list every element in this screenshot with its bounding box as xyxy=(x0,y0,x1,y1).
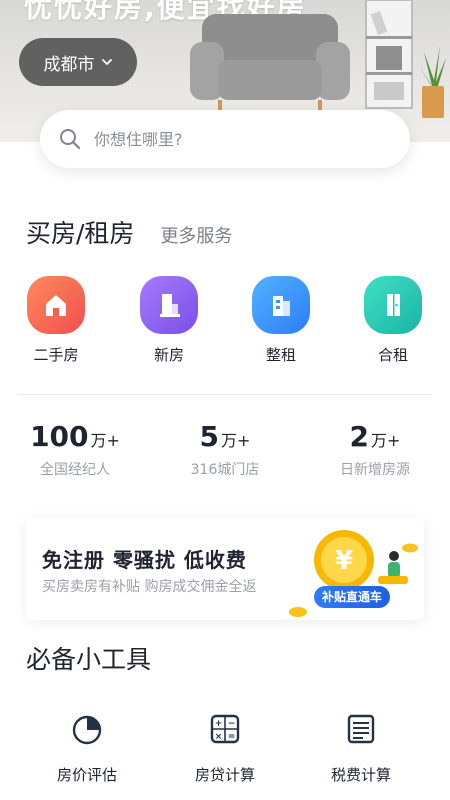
tools-row: 房价评估 + − × = 房贷计算 税费计算 xyxy=(0,712,450,800)
quick-entries: 二手房 新房 整租 合租 xyxy=(0,276,450,371)
pie-chart-icon xyxy=(72,715,102,745)
quick-entry-new-house[interactable]: 新房 xyxy=(124,276,214,365)
promo-title: 免注册 零骚扰 低收费 xyxy=(42,548,247,572)
apartment-icon xyxy=(252,276,310,334)
more-services-link[interactable]: 更多服务 xyxy=(160,222,232,248)
building-icon xyxy=(140,276,198,334)
svg-text:−: − xyxy=(228,719,236,729)
stat-agents: 100 万+ 全国经纪人 xyxy=(0,420,150,479)
search-icon xyxy=(60,129,81,150)
tool-label: 房价评估 xyxy=(56,766,117,784)
tool-price-estimate[interactable]: 房价评估 xyxy=(32,712,142,785)
house-icon xyxy=(27,276,85,334)
quick-entry-label: 新房 xyxy=(153,346,184,364)
buy-rent-header: 买房/租房 更多服务 xyxy=(26,214,232,250)
svg-text:+: + xyxy=(215,719,223,729)
promo-card[interactable]: 免注册 零骚扰 低收费 买房卖房有补贴 购房成交佣金全返 ¥ 补贴直通车 xyxy=(26,518,424,620)
stat-new-listings: 2 万+ 日新增房源 xyxy=(300,420,450,479)
stat-number: 100 xyxy=(30,420,89,453)
tool-mortgage-calc[interactable]: + − × = 房贷计算 xyxy=(170,712,280,785)
door-icon xyxy=(364,276,422,334)
coin-symbol: ¥ xyxy=(335,546,353,576)
shelf-illustration xyxy=(365,0,413,109)
stat-unit: 万+ xyxy=(221,431,251,450)
divider xyxy=(18,394,432,395)
chevron-down-icon xyxy=(101,59,112,66)
stats-row: 100 万+ 全国经纪人 5 万+ 316城门店 2 万+ 日新增房源 xyxy=(0,420,450,490)
stat-label: 日新增房源 xyxy=(340,462,410,478)
svg-text:=: = xyxy=(228,732,236,742)
tools-title: 必备小工具 xyxy=(26,645,152,674)
city-selector[interactable]: 成都市 xyxy=(19,38,137,86)
calculator-icon: + − × = xyxy=(210,714,240,744)
plant-illustration xyxy=(418,46,446,118)
search-input[interactable] xyxy=(94,129,354,149)
promo-subtitle: 买房卖房有补贴 购房成交佣金全返 xyxy=(42,579,257,595)
stat-number: 2 xyxy=(349,420,370,453)
quick-entry-label: 合租 xyxy=(377,346,408,364)
stat-unit: 万+ xyxy=(90,431,120,450)
sofa-illustration xyxy=(190,14,350,112)
quick-entry-second-hand[interactable]: 二手房 xyxy=(11,276,101,365)
stat-number: 5 xyxy=(199,420,220,453)
stat-unit: 万+ xyxy=(371,431,401,450)
quick-entry-label: 整租 xyxy=(265,346,296,364)
receipt-icon xyxy=(347,714,375,744)
tool-tax-calc[interactable]: 税费计算 xyxy=(306,712,416,785)
stat-label: 316城门店 xyxy=(190,462,260,478)
quick-entry-shared-rent[interactable]: 合租 xyxy=(348,276,438,365)
stat-stores: 5 万+ 316城门店 xyxy=(150,420,300,479)
tool-label: 房贷计算 xyxy=(194,766,255,784)
tool-label: 税费计算 xyxy=(330,766,391,784)
city-name: 成都市 xyxy=(43,54,95,75)
svg-text:×: × xyxy=(215,732,223,742)
quick-entry-label: 二手房 xyxy=(33,346,79,364)
stat-label: 全国经纪人 xyxy=(40,462,110,478)
quick-entry-whole-rent[interactable]: 整租 xyxy=(236,276,326,365)
section-title: 买房/租房 xyxy=(26,219,135,248)
search-bar[interactable] xyxy=(40,110,410,168)
promo-badge: 补贴直通车 xyxy=(314,586,391,608)
